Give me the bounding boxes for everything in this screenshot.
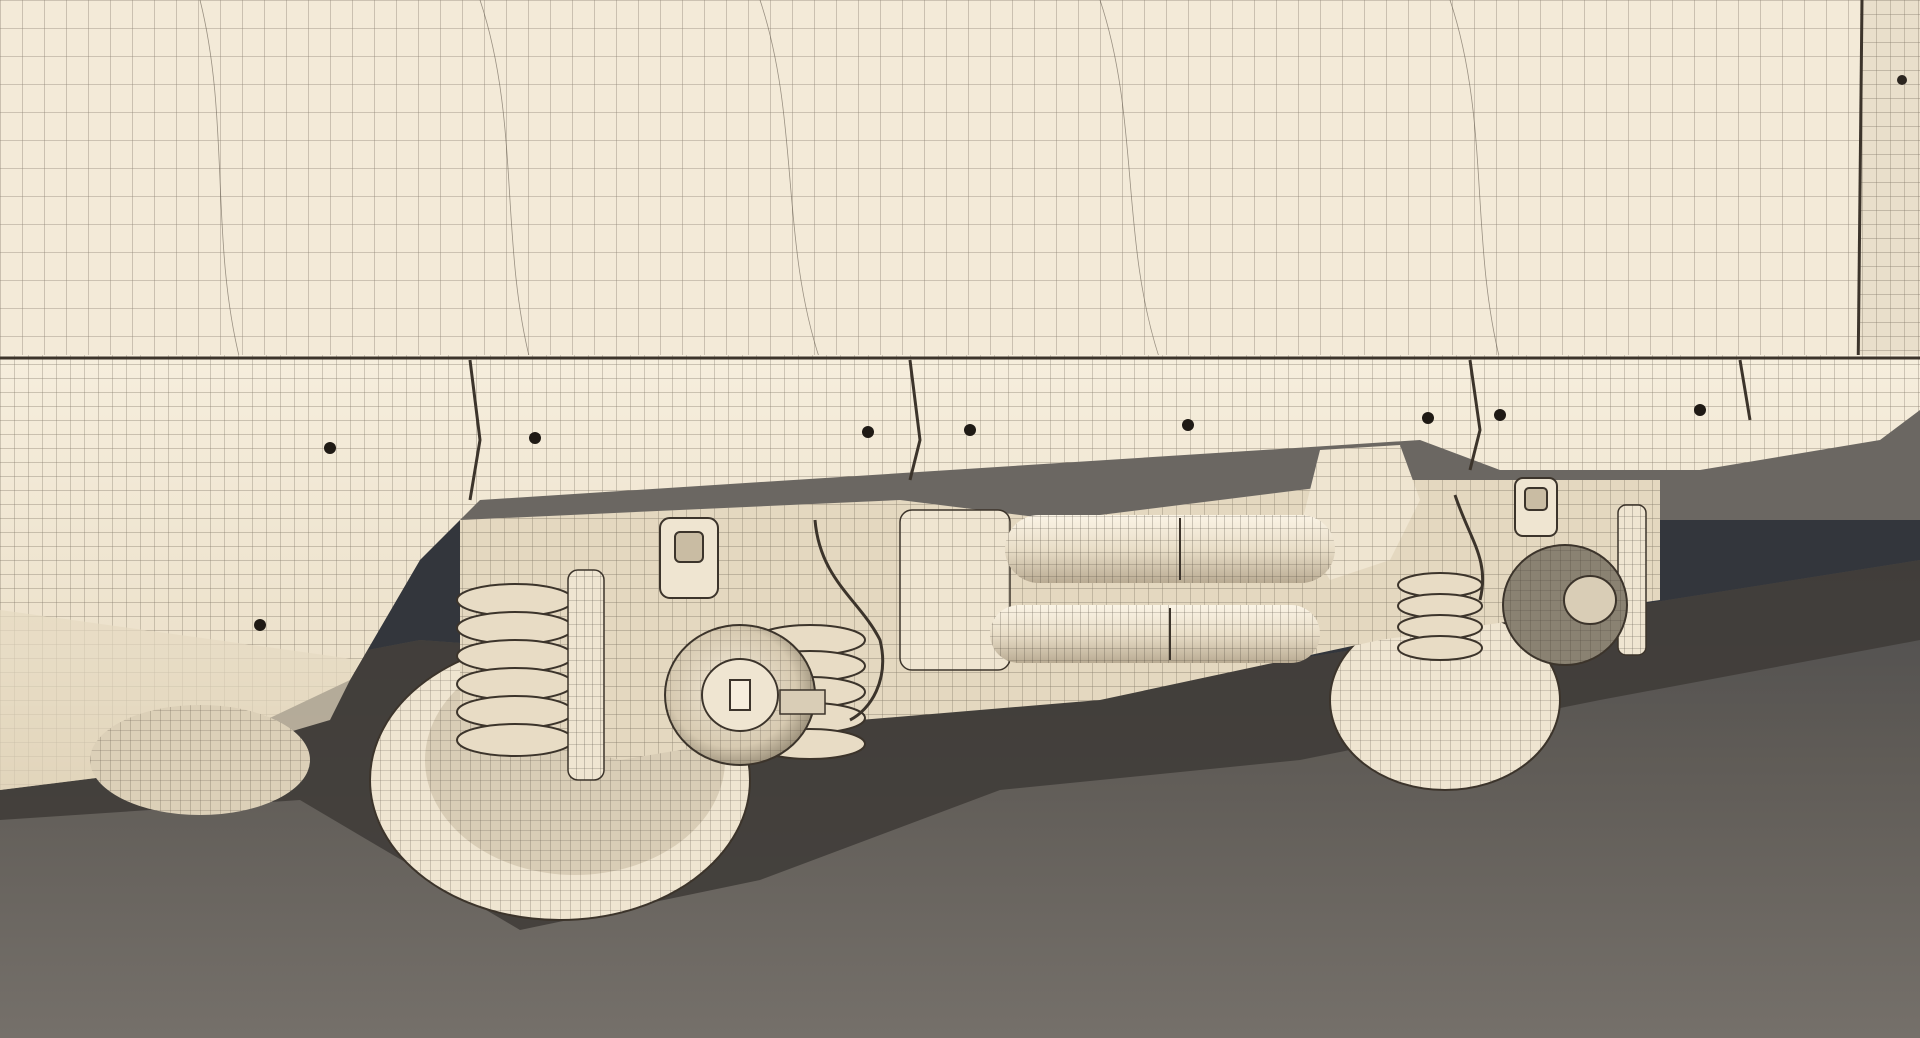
wireframe-render (0, 0, 1920, 1038)
axle-hub-rear (1502, 544, 1628, 666)
damper-lower (990, 605, 1320, 663)
car-body-upper (0, 0, 1880, 361)
door-panel (1856, 0, 1920, 381)
damper-upper (1005, 515, 1335, 583)
shock-absorber-front (567, 569, 605, 781)
rear-wheel-left (90, 705, 310, 815)
